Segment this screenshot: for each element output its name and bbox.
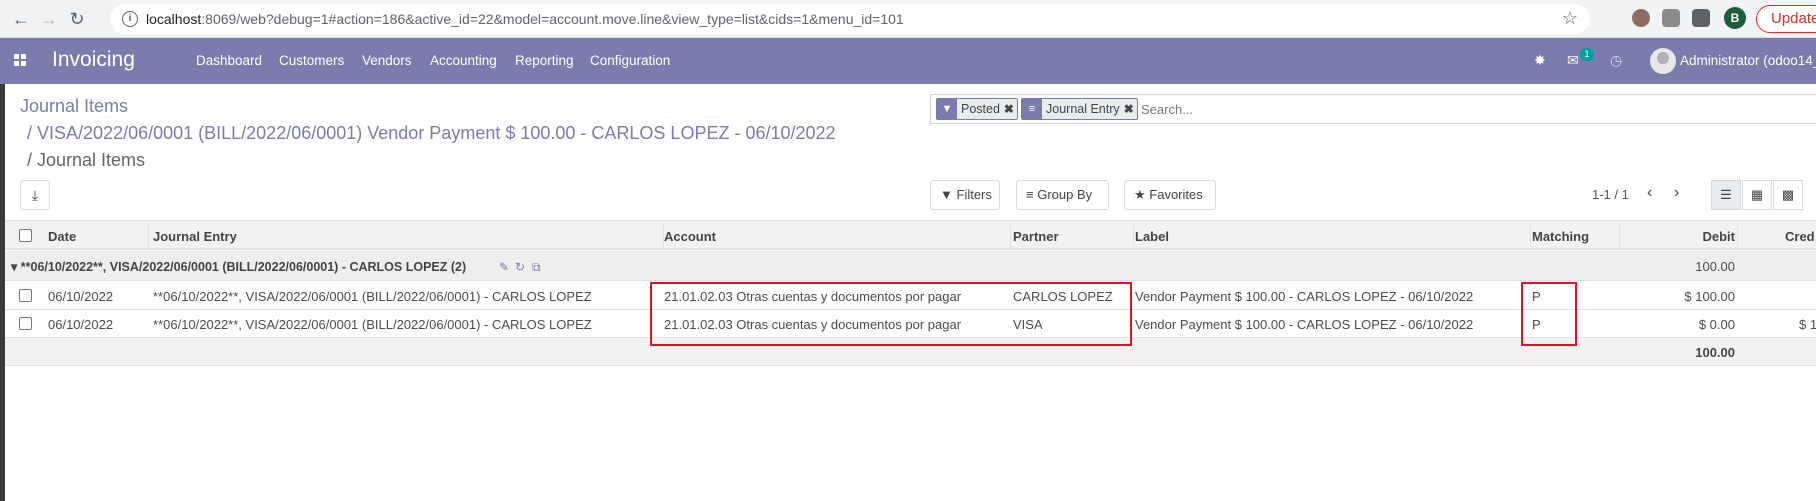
list-view-icon[interactable]: ☰	[1711, 180, 1741, 210]
menu-vendors[interactable]: Vendors	[362, 53, 412, 68]
cell-credit: $ 1	[1799, 317, 1816, 332]
group-by-label: Group By	[1037, 187, 1093, 202]
graph-view-icon[interactable]: ▩	[1773, 180, 1803, 210]
menu-accounting[interactable]: Accounting	[430, 53, 497, 68]
pager-next-icon[interactable]: ›	[1674, 184, 1679, 202]
url-host: localhost	[146, 11, 202, 27]
cell-journal-entry: **06/10/2022**, VISA/2022/06/0001 (BILL/…	[153, 289, 592, 304]
menu-reporting[interactable]: Reporting	[515, 53, 574, 68]
column-divider	[1530, 224, 1531, 248]
url-path: :8069/web?debug=1#action=186&active_id=2…	[201, 11, 904, 27]
menu-configuration[interactable]: Configuration	[590, 53, 670, 68]
breadcrumb-journal-entry[interactable]: / VISA/2022/06/0001 (BILL/2022/06/0001) …	[27, 123, 836, 144]
user-avatar[interactable]	[1650, 48, 1676, 74]
breadcrumb-root[interactable]: Journal Items	[20, 96, 128, 117]
reload-icon[interactable]: ↻	[66, 8, 88, 30]
extension-box-icon[interactable]	[1662, 9, 1680, 27]
apps-menu-icon[interactable]	[14, 54, 26, 66]
pager-previous-icon[interactable]: ‹	[1647, 184, 1652, 202]
breadcrumb-current: / Journal Items	[27, 150, 146, 170]
favorites-button[interactable]: ★ Favorites	[1124, 180, 1216, 210]
facet-value: Journal Entry	[1046, 102, 1120, 116]
url-text[interactable]: localhost:8069/web?debug=1#action=186&ac…	[146, 11, 904, 27]
group-title[interactable]: ▾ **06/10/2022**, VISA/2022/06/0001 (BIL…	[11, 259, 466, 274]
facet-value: Posted	[961, 102, 1000, 116]
column-credit[interactable]: Cred	[1785, 229, 1815, 244]
page: ← → ↻ i localhost:8069/web?debug=1#actio…	[0, 0, 1816, 501]
browser-toolbar: ← → ↻ i localhost:8069/web?debug=1#actio…	[0, 0, 1816, 38]
column-date[interactable]: Date	[48, 229, 76, 244]
search-bar[interactable]: ▼ Posted ✖ ≡ Journal Entry ✖	[930, 94, 1816, 124]
search-input[interactable]	[1141, 102, 1341, 117]
activity-clock-icon[interactable]: ◷	[1610, 52, 1622, 69]
menu-customers[interactable]: Customers	[279, 53, 344, 68]
back-arrow-icon[interactable]: ←	[10, 8, 32, 30]
bookmark-star-icon[interactable]: ☆	[1562, 8, 1578, 29]
column-divider	[1737, 224, 1738, 248]
profile-avatar[interactable]: B	[1724, 7, 1746, 29]
cell-label: Vendor Payment $ 100.00 - CARLOS LOPEZ -…	[1135, 317, 1474, 332]
user-menu[interactable]: Administrator (odoo14_c	[1680, 53, 1816, 68]
group-title-text: **06/10/2022**, VISA/2022/06/0001 (BILL/…	[20, 260, 467, 274]
groupby-icon: ≡	[1022, 99, 1042, 119]
column-divider	[1133, 224, 1134, 248]
refresh-icon[interactable]: ↻	[515, 260, 525, 274]
filters-button[interactable]: ▼ Filters	[930, 180, 1000, 210]
column-debit[interactable]: Debit	[1625, 229, 1736, 244]
total-debit: 100.00	[1695, 345, 1735, 360]
pager-value[interactable]: 1-1 / 1	[1592, 187, 1629, 202]
filters-label: Filters	[956, 187, 992, 202]
chat-count-badge: 1	[1580, 48, 1594, 61]
download-icon: ⤓	[31, 187, 39, 203]
column-matching[interactable]: Matching	[1532, 229, 1589, 244]
copy-icon[interactable]: ⧉	[532, 260, 541, 275]
group-by-button[interactable]: ≡ Group By	[1016, 180, 1109, 210]
list-icon: ≡	[1026, 187, 1034, 202]
column-account[interactable]: Account	[664, 229, 716, 244]
download-xlsx-button[interactable]: ⤓	[20, 180, 50, 210]
menu-dashboard[interactable]: Dashboard	[196, 53, 262, 68]
forward-arrow-icon[interactable]: →	[38, 8, 60, 30]
cell-journal-entry: **06/10/2022**, VISA/2022/06/0001 (BILL/…	[153, 317, 592, 332]
debug-bug-icon[interactable]: ✸	[1534, 52, 1546, 69]
site-info-icon[interactable]: i	[122, 11, 138, 27]
search-facet-journal-entry[interactable]: ≡ Journal Entry ✖	[1021, 98, 1138, 120]
filter-icon: ▼	[940, 187, 953, 202]
remove-facet-icon[interactable]: ✖	[1004, 99, 1017, 119]
highlight-box-account-partner	[650, 282, 1132, 346]
caret-down-icon: ▾	[11, 260, 18, 274]
app-title[interactable]: Invoicing	[52, 48, 135, 72]
column-divider	[1010, 224, 1011, 248]
extensions-puzzle-icon[interactable]	[1692, 9, 1710, 27]
main-navbar: Invoicing Dashboard Customers Vendors Ac…	[0, 38, 1816, 84]
pivot-view-icon[interactable]: ▦	[1742, 180, 1772, 210]
remove-facet-icon[interactable]: ✖	[1124, 99, 1137, 119]
select-all-checkbox[interactable]	[19, 229, 32, 242]
address-bar[interactable]: i localhost:8069/web?debug=1#action=186&…	[110, 4, 1590, 34]
column-label[interactable]: Label	[1135, 229, 1169, 244]
filter-icon: ▼	[937, 99, 957, 119]
cell-date: 06/10/2022	[48, 289, 114, 304]
column-divider	[148, 224, 149, 248]
favorites-label: Favorites	[1149, 187, 1203, 202]
extension-monkey-icon[interactable]	[1632, 9, 1650, 27]
highlight-box-matching	[1521, 282, 1577, 346]
star-icon: ★	[1134, 187, 1146, 202]
chat-icon[interactable]: ✉	[1567, 52, 1579, 69]
cell-debit: $ 0.00	[1698, 317, 1735, 332]
row-checkbox[interactable]	[19, 289, 32, 302]
edit-icon[interactable]: ✎	[499, 260, 509, 274]
update-button[interactable]: Update	[1756, 5, 1816, 33]
column-journal-entry[interactable]: Journal Entry	[153, 229, 237, 244]
column-partner[interactable]: Partner	[1013, 229, 1059, 244]
cell-debit: $ 100.00	[1684, 289, 1735, 304]
table-header: Date Journal Entry Account Partner Label…	[5, 220, 1816, 250]
group-debit: 100.00	[1695, 259, 1735, 274]
cell-label: Vendor Payment $ 100.00 - CARLOS LOPEZ -…	[1135, 289, 1474, 304]
search-facet-posted[interactable]: ▼ Posted ✖	[936, 98, 1018, 120]
cell-date: 06/10/2022	[48, 317, 114, 332]
row-checkbox[interactable]	[19, 317, 32, 330]
group-row[interactable]: ▾ **06/10/2022**, VISA/2022/06/0001 (BIL…	[5, 251, 1816, 281]
column-divider	[1619, 224, 1620, 248]
